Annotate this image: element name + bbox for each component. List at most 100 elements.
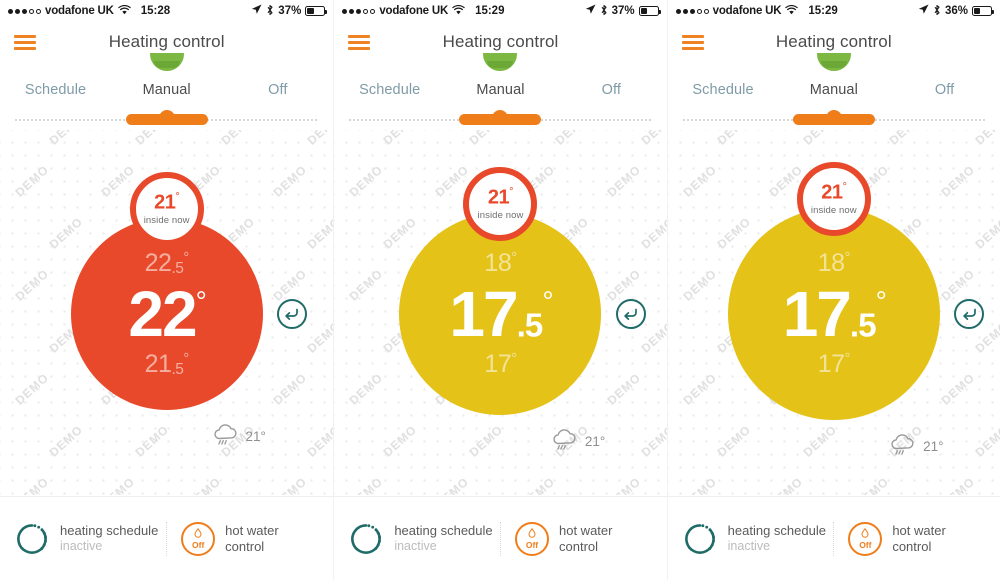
- location-arrow-icon: [585, 4, 596, 18]
- outside-weather: 21°: [890, 434, 944, 459]
- signal-strength-icon: [8, 8, 41, 14]
- schedule-ring-icon: [351, 523, 382, 554]
- heating-schedule-button[interactable]: heating schedule inactive: [668, 521, 834, 557]
- watermark-text: DEMO: [604, 474, 644, 495]
- watermark-text: DEMO: [184, 474, 224, 495]
- wifi-icon: [452, 4, 465, 18]
- outside-temperature: 21°: [923, 439, 944, 454]
- hot-water-control-button[interactable]: Off hot water control: [500, 521, 667, 556]
- screenshot-series: DEMO DEMO DEMO DEMO DEMO DEMO DEMO DEMO DEMO DEMO…: [0, 0, 1000, 580]
- watermark-text: DEMO: [432, 474, 472, 495]
- heating-schedule-label: heating schedule: [727, 522, 826, 538]
- tab-off[interactable]: Off: [222, 82, 333, 98]
- t-up-temperature: 18°: [817, 249, 851, 277]
- carrier-label: vodafone UK: [712, 5, 782, 17]
- return-arrow-icon: [285, 308, 298, 320]
- hot-water-label-2: control: [892, 538, 932, 554]
- inside-temperature-badge: 21° inside now: [796, 162, 871, 237]
- watermark-text: DEMO: [12, 474, 52, 495]
- tab-manual[interactable]: Manual: [111, 82, 222, 98]
- location-arrow-icon: [918, 4, 929, 18]
- page-title: Heating control: [775, 32, 892, 51]
- clock-label: 15:29: [475, 5, 505, 17]
- outside-weather: 21°: [552, 429, 605, 454]
- tab-off[interactable]: Off: [889, 82, 1000, 98]
- outside-temperature: 21°: [245, 429, 266, 444]
- badge-label: inside now: [477, 209, 524, 221]
- heating-schedule-status: inactive: [394, 538, 437, 553]
- battery-percent-label: 37%: [278, 5, 302, 17]
- hot-water-control-button[interactable]: Off hot water control: [166, 521, 333, 556]
- hot-water-label-1: hot water: [892, 522, 946, 538]
- active-tab-indicator: [459, 114, 542, 125]
- hot-water-control-button[interactable]: Off hot water control: [833, 521, 1000, 556]
- status-bar: vodafone UK 15:28 37%: [0, 0, 333, 22]
- watermark-text: DEMO: [98, 474, 138, 495]
- hot-water-label-2: control: [225, 538, 265, 554]
- outside-weather: 21°: [213, 424, 266, 449]
- wifi-icon: [785, 4, 799, 18]
- outside-temperature: 21°: [584, 434, 606, 449]
- thermostat-dial-area: 21° inside now 22.5° 22° 21.5° 21°: [0, 128, 333, 458]
- clock-label: 15:28: [140, 5, 171, 17]
- target-temperature: 17.5°: [449, 278, 553, 350]
- tab-schedule[interactable]: Schedule: [0, 82, 111, 98]
- watermark-text: DEMO: [938, 474, 978, 495]
- t-down-temperature: 17°: [817, 350, 851, 378]
- hot-water-icon: Off: [515, 521, 549, 556]
- return-arrow-icon: [624, 308, 638, 320]
- watermark-text: DEMO: [346, 474, 386, 495]
- tab-schedule[interactable]: Schedule: [668, 82, 779, 98]
- active-tab-indicator: [792, 114, 875, 125]
- battery-percent-label: 37%: [611, 5, 635, 17]
- schedule-ring-icon: [17, 523, 47, 554]
- signal-strength-icon: [675, 8, 709, 14]
- status-bar: vodafone UK 15:29 36%: [668, 0, 1000, 22]
- t-down-temperature: 17°: [484, 350, 517, 378]
- watermark-text: DEMO: [852, 474, 892, 495]
- battery-icon: [638, 6, 661, 16]
- watermark-text: DEMO: [766, 474, 806, 495]
- cloud-rain-icon: [213, 424, 239, 449]
- tab-manual[interactable]: Manual: [778, 82, 889, 98]
- tab-manual[interactable]: Manual: [445, 82, 556, 98]
- hot-water-icon: Off: [181, 521, 216, 556]
- bluetooth-icon: [600, 4, 608, 19]
- tab-off[interactable]: Off: [556, 82, 667, 98]
- water-drop-icon: [528, 527, 536, 540]
- wifi-icon: [118, 4, 131, 18]
- carrier-label: vodafone UK: [379, 5, 449, 17]
- heating-schedule-button[interactable]: heating schedule inactive: [0, 521, 166, 557]
- badge-label: inside now: [143, 214, 190, 226]
- revert-button[interactable]: [954, 299, 985, 329]
- bluetooth-icon: [933, 4, 941, 19]
- mode-tabs: Schedule Manual Off: [0, 53, 333, 128]
- revert-button[interactable]: [615, 299, 646, 329]
- target-temperature-dial[interactable]: 18° 17.5° 17°: [399, 213, 602, 415]
- badge-label: inside now: [810, 204, 857, 216]
- phone-screen-3: DEMO DEMO DEMO DEMO DEMO DEMO DEMO DEMO DEMO DEMO…: [666, 0, 1000, 580]
- status-bar: vodafone UK 15:29 37%: [334, 0, 666, 22]
- thermostat-dial-area: 21° inside now 18° 17.5° 17° 21°: [668, 128, 1000, 458]
- cloud-rain-icon: [552, 429, 578, 454]
- hot-water-state: Off: [192, 539, 205, 550]
- watermark-text: DEMO: [518, 474, 558, 495]
- target-temperature-dial[interactable]: 22.5° 22° 21.5°: [70, 218, 263, 410]
- target-temperature: 22°: [128, 278, 207, 350]
- badge-temperature: 21°: [821, 181, 847, 204]
- heating-schedule-status: inactive: [60, 538, 103, 553]
- watermark-text: DEMO: [680, 474, 720, 495]
- phone-screen-1: DEMO DEMO DEMO DEMO DEMO DEMO DEMO DEMO DEMO DEMO…: [0, 0, 334, 580]
- schedule-ring-icon: [684, 523, 715, 554]
- mode-tabs: Schedule Manual Off: [668, 53, 1000, 128]
- heating-schedule-label: heating schedule: [60, 522, 159, 538]
- hot-water-label-1: hot water: [559, 522, 613, 538]
- tab-schedule[interactable]: Schedule: [334, 82, 445, 98]
- heating-schedule-button[interactable]: heating schedule inactive: [334, 521, 500, 557]
- revert-button[interactable]: [276, 299, 307, 329]
- clock-label: 15:29: [808, 5, 838, 17]
- heating-schedule-label: heating schedule: [394, 522, 493, 538]
- footer-bar: heating schedule inactive Off hot water cont…: [334, 496, 667, 580]
- badge-temperature: 21°: [487, 186, 514, 209]
- target-temperature-dial[interactable]: 18° 17.5° 17°: [727, 208, 940, 420]
